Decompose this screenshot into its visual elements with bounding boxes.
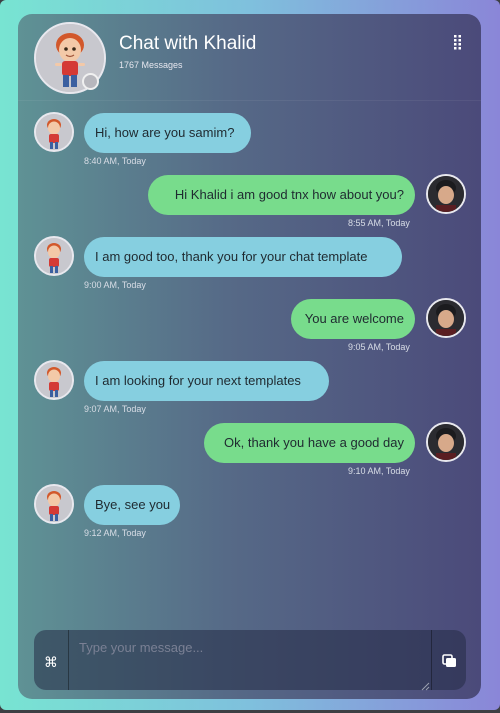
contact-avatar-small: [34, 112, 74, 152]
vertical-dots-icon[interactable]: [453, 34, 463, 54]
message-time: 9:07 AM, Today: [84, 404, 146, 414]
user-avatar: [426, 174, 466, 214]
message-time: 9:12 AM, Today: [84, 528, 146, 538]
contact-avatar-small: [34, 484, 74, 524]
message-bubble: You are welcome: [291, 299, 415, 339]
message-time: 9:05 AM, Today: [348, 342, 410, 352]
header-divider: [18, 100, 481, 101]
contact-avatar-small: [34, 360, 74, 400]
app-frame: Chat with Khalid 1767 Messages Hi, how a…: [0, 0, 500, 710]
chat-card: Chat with Khalid 1767 Messages Hi, how a…: [18, 14, 481, 699]
message-time: 8:40 AM, Today: [84, 156, 146, 166]
send-button[interactable]: [431, 630, 467, 690]
message-bubble: Hi, how are you samim?: [84, 113, 251, 153]
message-bubble: Ok, thank you have a good day: [204, 423, 415, 463]
message-time: 9:00 AM, Today: [84, 280, 146, 290]
message-bubble: I am looking for your next templates: [84, 361, 329, 401]
message-time: 8:55 AM, Today: [348, 218, 410, 228]
user-avatar: [426, 422, 466, 462]
send-icon: [442, 654, 456, 667]
message-bubble: Hi Khalid i am good tnx how about you?: [148, 175, 415, 215]
chat-title: Chat with Khalid: [119, 33, 257, 54]
user-avatar: [426, 298, 466, 338]
chat-header: Chat with Khalid 1767 Messages: [18, 14, 481, 100]
contact-avatar-small: [34, 236, 74, 276]
message-count: 1767 Messages: [119, 60, 183, 70]
message-composer: ⌘: [34, 630, 467, 691]
command-button[interactable]: ⌘: [34, 630, 69, 690]
message-bubble: I am good too, thank you for your chat t…: [84, 237, 402, 277]
status-dot: [82, 73, 99, 90]
message-bubble: Bye, see you: [84, 485, 180, 525]
message-time: 9:10 AM, Today: [348, 466, 410, 476]
message-input[interactable]: [69, 630, 431, 690]
resize-grip-icon[interactable]: [420, 678, 430, 691]
